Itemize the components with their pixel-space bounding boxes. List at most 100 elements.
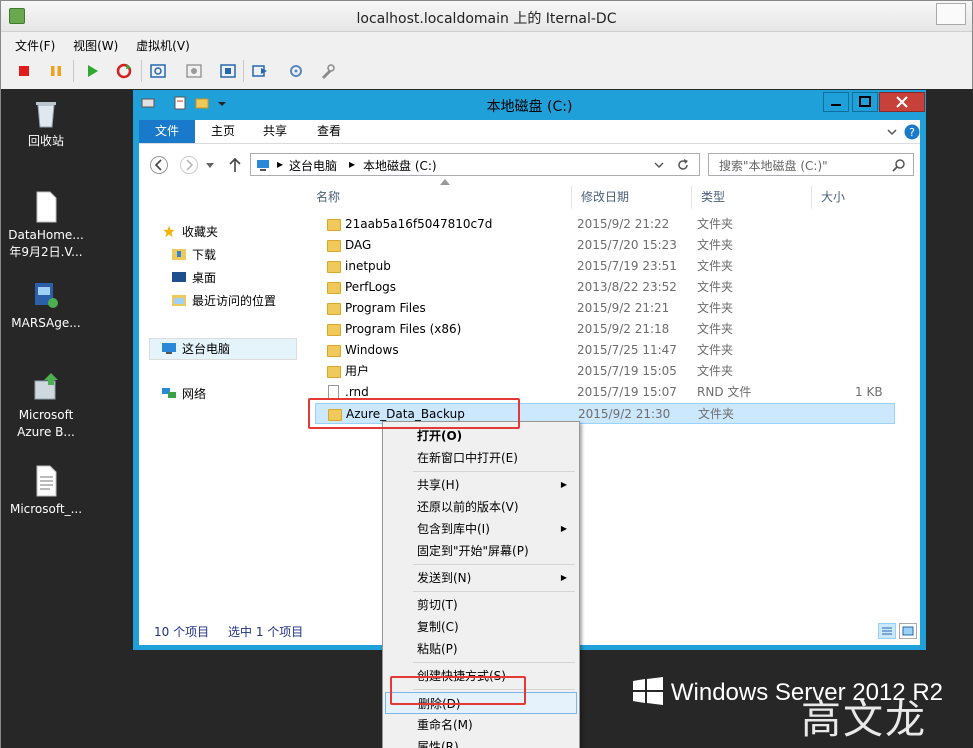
column-header-date[interactable]: 修改日期 (572, 186, 692, 209)
ribbon-expand-icon[interactable] (885, 125, 899, 139)
context-menu-label: 发送到(N) (417, 571, 472, 585)
desktop-icon-microsoft-file[interactable]: Microsoft_... (1, 465, 91, 518)
settings-icon[interactable] (287, 62, 305, 80)
desktop-icon-marsagent[interactable]: MARSAge... (1, 279, 91, 332)
menu-view[interactable]: 视图(W) (73, 37, 118, 54)
maximize-button[interactable] (852, 92, 878, 112)
context-menu-label: 创建快捷方式(S) (417, 669, 506, 683)
context-menu-item[interactable]: 固定到"开始"屏幕(P) (385, 540, 577, 562)
tab-view[interactable]: 查看 (307, 120, 351, 143)
context-menu-item[interactable]: 重命名(M) (385, 714, 577, 736)
context-menu-item[interactable]: 共享(H) ▶ (385, 474, 577, 496)
file-date: 2015/7/19 23:51 (577, 259, 677, 273)
file-row[interactable]: Windows 2015/7/25 11:47 文件夹 (315, 340, 895, 361)
close-button[interactable] (879, 92, 925, 112)
context-menu-item[interactable]: 在新窗口中打开(E) (385, 447, 577, 469)
explorer-title: 本地磁盘 (C:) (486, 99, 573, 115)
nav-thispc[interactable]: 这台电脑 (161, 339, 230, 359)
vm-toolbar (1, 56, 972, 86)
file-row[interactable]: Program Files 2015/9/2 21:21 文件夹 (315, 298, 895, 319)
column-header-name[interactable]: 名称 (307, 186, 572, 209)
recent-locations-icon[interactable] (205, 161, 215, 169)
forward-button[interactable] (180, 156, 198, 174)
search-icon[interactable] (892, 158, 906, 172)
context-menu-label: 剪切(T) (417, 598, 458, 612)
context-menu-item[interactable]: 删除(D) (385, 692, 577, 714)
file-row[interactable]: 21aab5a16f5047810c7d 2015/9/2 21:22 文件夹 (315, 214, 895, 235)
minimize-button[interactable] (823, 92, 849, 112)
breadcrumb-thispc[interactable]: 这台电脑 (289, 157, 337, 174)
nav-network[interactable]: 网络 (161, 384, 206, 404)
toolbar-separator (243, 60, 244, 82)
window-control-button[interactable] (936, 3, 966, 25)
breadcrumb-separator: ▸ (277, 157, 284, 171)
file-row[interactable]: 用户 2015/7/19 15:05 文件夹 (315, 361, 895, 382)
submenu-arrow-icon: ▶ (560, 480, 567, 489)
back-button[interactable] (150, 156, 168, 174)
large-icons-view-button[interactable] (899, 623, 917, 639)
breadcrumb-drive[interactable]: 本地磁盘 (C:) (363, 157, 437, 174)
context-menu-item[interactable]: 剪切(T) (385, 594, 577, 616)
context-menu: 打开(O) 在新窗口中打开(E) 共享(H) ▶ 还原以前的版本(V) 包含到库中(I) ▶… (382, 421, 580, 748)
snapshot-icon[interactable] (149, 62, 167, 80)
context-menu-label: 属性(R) (417, 740, 459, 748)
context-menu-item[interactable]: 粘贴(P) (385, 638, 577, 660)
nav-favorites[interactable]: 收藏夹 (161, 222, 218, 242)
submenu-arrow-icon: ▶ (560, 524, 567, 533)
context-menu-item[interactable]: 包含到库中(I) ▶ (385, 518, 577, 540)
installer-icon (35, 283, 58, 308)
file-type: 文件夹 (697, 280, 734, 294)
file-row[interactable]: .rnd 2015/7/19 15:07 RND 文件 1 KB (315, 382, 895, 403)
nav-downloads[interactable]: 下载 (171, 245, 216, 265)
desktop-icon-azure-backup[interactable]: Microsoft Azure B... (1, 371, 91, 441)
submenu-arrow-icon: ▶ (560, 573, 567, 582)
file-row[interactable]: PerfLogs 2013/8/22 23:52 文件夹 (315, 277, 895, 298)
menu-file[interactable]: 文件(F) (15, 37, 55, 54)
star-icon (163, 225, 175, 238)
address-bar[interactable]: ▸ 这台电脑 ▸ 本地磁盘 (C:) (250, 153, 700, 176)
play-icon[interactable] (83, 62, 101, 80)
nav-desktop[interactable]: 桌面 (171, 268, 216, 288)
details-view-button[interactable] (878, 623, 896, 639)
search-input[interactable]: 搜索"本地磁盘 (C:)" (708, 153, 914, 176)
context-menu-item[interactable]: 属性(R) (385, 736, 577, 748)
pause-icon[interactable] (47, 62, 65, 80)
revert-icon[interactable] (185, 62, 203, 80)
file-row[interactable]: inetpub 2015/7/19 23:51 文件夹 (315, 256, 895, 277)
context-menu-label: 粘贴(P) (417, 642, 458, 656)
desktop-icon-recycle-bin[interactable]: 回收站 (1, 97, 91, 150)
file-row[interactable]: DAG 2015/7/20 15:23 文件夹 (315, 235, 895, 256)
file-row[interactable]: Program Files (x86) 2015/9/2 21:18 文件夹 (315, 319, 895, 340)
menu-vm[interactable]: 虚拟机(V) (136, 37, 190, 54)
file-date: 2015/9/2 21:21 (577, 301, 670, 315)
help-icon[interactable]: ? (904, 124, 920, 140)
tab-file[interactable]: 文件 (139, 120, 195, 143)
nav-recent[interactable]: 最近访问的位置 (171, 291, 276, 311)
file-name: Program Files (x86) (345, 322, 462, 336)
reset-icon[interactable] (115, 62, 133, 80)
text-file-icon (36, 465, 57, 497)
context-menu-item[interactable]: 发送到(N) ▶ (385, 567, 577, 589)
desktop-icon-datahome[interactable]: DataHome... 年9月2日.V... (1, 191, 91, 261)
context-menu-item[interactable]: 复制(C) (385, 616, 577, 638)
column-header-type[interactable]: 类型 (692, 186, 812, 209)
desktop-icon-label: Microsoft Azure B... (17, 408, 75, 439)
details-view-icon (882, 627, 892, 635)
send-keys-icon[interactable] (251, 62, 269, 80)
up-arrow-icon[interactable] (228, 157, 242, 173)
stop-icon[interactable] (15, 62, 33, 80)
file-type: 文件夹 (697, 301, 734, 315)
snapshot-manager-icon[interactable] (219, 62, 237, 80)
context-menu-item[interactable]: 创建快捷方式(S) (385, 665, 577, 687)
context-menu-item[interactable]: 打开(O) (385, 425, 577, 447)
tab-share[interactable]: 共享 (253, 120, 297, 143)
author-signature: 高文龙 (801, 697, 927, 743)
refresh-icon[interactable] (676, 158, 690, 172)
windows-logo-icon (632, 677, 663, 705)
context-menu-item[interactable]: 还原以前的版本(V) (385, 496, 577, 518)
tab-home[interactable]: 主页 (201, 120, 245, 143)
tools-icon[interactable] (319, 62, 337, 80)
address-dropdown-icon[interactable] (654, 161, 664, 169)
context-menu-label: 重命名(M) (417, 718, 473, 732)
column-header-size[interactable]: 大小 (812, 186, 892, 209)
